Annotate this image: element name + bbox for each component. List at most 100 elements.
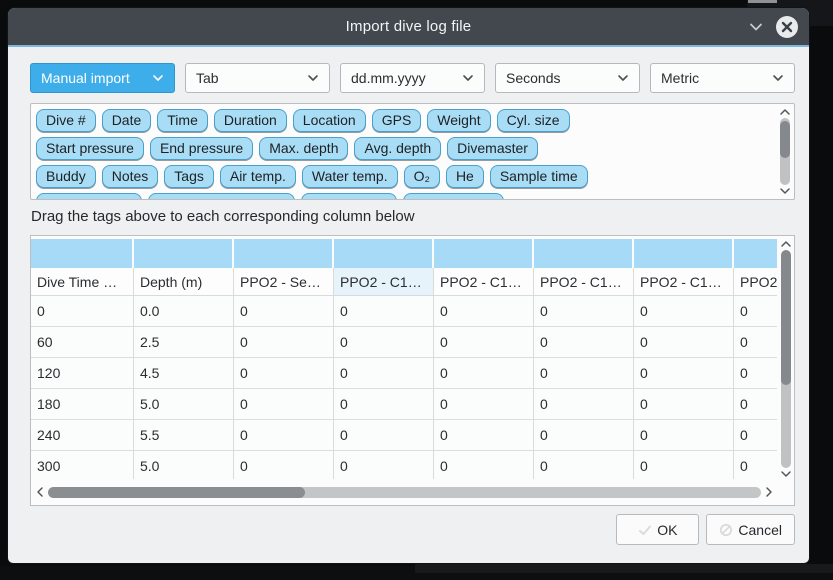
table-cell: 0: [634, 420, 734, 450]
tag-pill[interactable]: Date: [102, 109, 152, 132]
tag-pill[interactable]: Divemaster: [447, 137, 538, 160]
tag-pill[interactable]: Water temp.: [302, 165, 398, 188]
tag-pill[interactable]: Sample time: [490, 165, 588, 188]
column-drop-cell[interactable]: [434, 239, 534, 268]
table-row: 602.5000000: [31, 327, 777, 358]
table-cell: 0: [334, 358, 434, 388]
cancel-button[interactable]: Cancel: [706, 514, 795, 545]
drop-row: [31, 239, 777, 268]
table-vertical-scrollbar[interactable]: [779, 240, 792, 478]
chevron-down-icon: [307, 74, 319, 82]
tag-pill[interactable]: Tags: [164, 165, 214, 188]
tag-pill[interactable]: GPS: [372, 109, 422, 132]
time-format-select[interactable]: Seconds: [495, 63, 640, 93]
table-cell: 0: [534, 389, 634, 419]
column-drop-cell[interactable]: [334, 239, 434, 268]
column-drop-cell[interactable]: [134, 239, 234, 268]
tag-pill[interactable]: Sample depth: [36, 193, 142, 200]
column-drop-cell[interactable]: [234, 239, 334, 268]
table-cell: 300: [31, 451, 134, 479]
field-separator-select[interactable]: Tab: [185, 63, 330, 93]
tag-pill[interactable]: Avg. depth: [354, 137, 441, 160]
tags-scrollbar[interactable]: [778, 108, 791, 195]
tag-row: Start pressure End pressure Max. depth Avg.…: [36, 137, 770, 160]
table-cell: 0: [31, 296, 134, 326]
table-cell: 0: [334, 451, 434, 479]
table-cell: 5.5: [134, 420, 234, 450]
scroll-up-icon: [780, 240, 792, 248]
cancel-icon: [719, 523, 733, 537]
import-preview-table: Dive Time …Depth (m)PPO2 - Se…PPO2 - C1……: [30, 235, 795, 506]
import-options-toolbar: Manual import Tab dd.mm.yyyy Seconds Met…: [30, 63, 795, 93]
tag-pill[interactable]: O₂: [404, 165, 440, 188]
tag-row: Sample depth Sample temperature Sample pO₂…: [36, 193, 770, 200]
column-drop-cell[interactable]: [534, 239, 634, 268]
scrollbar-track[interactable]: [48, 487, 761, 498]
tag-pill[interactable]: Sample pO₂: [301, 193, 396, 200]
tag-pill[interactable]: He: [446, 165, 484, 188]
table-cell: 0: [434, 420, 534, 450]
import-mode-select[interactable]: Manual import: [30, 63, 175, 93]
table-row: 1805.0000000: [31, 389, 777, 420]
tag-pill[interactable]: Start pressure: [36, 137, 144, 160]
tag-pill[interactable]: Sample CNS: [403, 193, 504, 200]
dialog-content: Manual import Tab dd.mm.yyyy Seconds Met…: [8, 47, 809, 563]
column-drop-cell[interactable]: [634, 239, 734, 268]
ok-button-label: OK: [657, 522, 677, 538]
chevron-down-icon: [617, 74, 629, 82]
column-header-cell: Depth (m): [134, 268, 234, 295]
table-cell: 60: [31, 327, 134, 357]
select-value: Tab: [196, 70, 219, 86]
table-horizontal-scrollbar[interactable]: [36, 484, 773, 500]
column-drop-cell[interactable]: [31, 239, 134, 268]
chevron-down-icon[interactable]: [748, 19, 764, 35]
table-row: 3005.0000000: [31, 451, 777, 479]
table-cell: 5.0: [134, 451, 234, 479]
table-row: 1204.5000000: [31, 358, 777, 389]
tag-pill[interactable]: Weight: [427, 109, 490, 132]
scrollbar-thumb[interactable]: [48, 487, 305, 498]
date-format-select[interactable]: dd.mm.yyyy: [340, 63, 485, 93]
table-cell: 120: [31, 358, 134, 388]
table-cell: 0: [334, 389, 434, 419]
scrollbar-track[interactable]: [780, 118, 790, 185]
tag-pill[interactable]: Sample temperature: [148, 193, 295, 200]
select-value: Manual import: [41, 70, 130, 86]
table-cell: 0: [534, 296, 634, 326]
tag-pill[interactable]: Notes: [102, 165, 159, 188]
chevron-down-icon: [152, 74, 164, 82]
scrollbar-thumb[interactable]: [781, 250, 791, 385]
table-cell: 0: [234, 451, 334, 479]
check-icon: [638, 524, 652, 536]
tag-pill[interactable]: Duration: [214, 109, 287, 132]
column-header-cell: PPO2: [734, 268, 777, 295]
tag-pill[interactable]: End pressure: [150, 137, 253, 160]
ok-button[interactable]: OK: [616, 514, 699, 545]
table-cell: 0: [234, 296, 334, 326]
select-value: Metric: [661, 70, 699, 86]
table-cell: 0: [634, 389, 734, 419]
chevron-down-icon: [462, 74, 474, 82]
column-drop-cell[interactable]: [734, 239, 777, 268]
tag-pill[interactable]: Time: [157, 109, 208, 132]
table-cell: 0: [234, 389, 334, 419]
column-header-cell: PPO2 - C1…: [534, 268, 634, 295]
tag-pill[interactable]: Dive #: [36, 109, 96, 132]
table-cell: 240: [31, 420, 134, 450]
scrollbar-thumb[interactable]: [780, 121, 790, 158]
table-cell: 0: [434, 389, 534, 419]
tag-pill[interactable]: Location: [293, 109, 366, 132]
close-icon[interactable]: [776, 16, 798, 38]
column-header-cell: PPO2 - C1…: [334, 268, 434, 295]
select-value: dd.mm.yyyy: [351, 70, 426, 86]
titlebar-controls: [748, 8, 798, 45]
tag-pill[interactable]: Max. depth: [259, 137, 348, 160]
tag-pill[interactable]: Air temp.: [220, 165, 296, 188]
units-system-select[interactable]: Metric: [650, 63, 795, 93]
column-header-cell: PPO2 - C1…: [434, 268, 534, 295]
table-row: 00.0000000: [31, 296, 777, 327]
tag-pill[interactable]: Cyl. size: [497, 109, 570, 132]
scrollbar-track[interactable]: [781, 250, 791, 468]
tag-pill[interactable]: Buddy: [36, 165, 96, 188]
window-title: Import dive log file: [346, 18, 472, 35]
